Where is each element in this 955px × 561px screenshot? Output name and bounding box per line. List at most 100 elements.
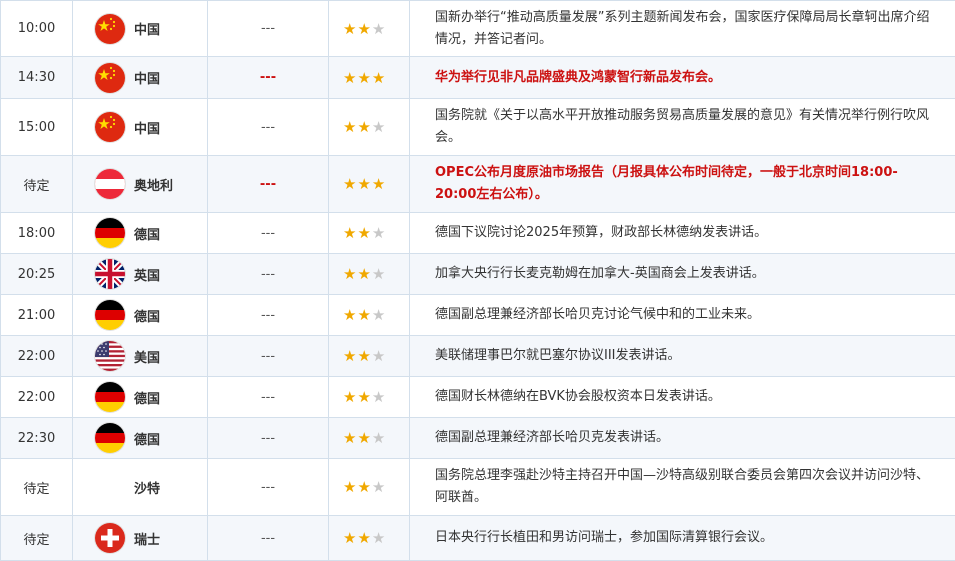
de-flag-icon [95, 382, 125, 412]
country-wrap: 德国 [95, 382, 207, 412]
country-wrap: 瑞士 [95, 523, 207, 553]
star-filled-icon: ★ [357, 429, 371, 447]
country-name: 沙特 [134, 478, 160, 497]
event-time: 14:30 [1, 57, 73, 99]
star-empty-icon: ★ [372, 224, 386, 242]
country-name: 德国 [134, 224, 160, 243]
event-description: 德国下议院讨论2025年预算，财政部长林德纳发表讲话。 [410, 213, 955, 254]
actual-value: --- [208, 336, 329, 377]
event-description: 国务院就《关于以高水平开放推动服务贸易高质量发展的意见》有关情况举行例行吹风会。 [410, 99, 955, 156]
event-description: 国务院总理李强赴沙特主持召开中国—沙特高级别联合委员会第四次会议并访问沙特、阿联… [410, 459, 955, 516]
star-filled-icon: ★ [372, 69, 386, 87]
table-row[interactable]: 待定沙特---★★★国务院总理李强赴沙特主持召开中国—沙特高级别联合委员会第四次… [1, 459, 955, 516]
star-filled-icon: ★ [343, 224, 357, 242]
country-wrap: 沙特 [95, 472, 207, 502]
importance-rating: ★★★ [329, 295, 410, 336]
country-cell: 中国 [73, 99, 208, 156]
event-time: 22:00 [1, 336, 73, 377]
star-filled-icon: ★ [357, 175, 371, 193]
star-filled-icon: ★ [357, 224, 371, 242]
star-filled-icon: ★ [343, 429, 357, 447]
country-wrap: 中国 [95, 112, 207, 142]
importance-rating: ★★★ [329, 99, 410, 156]
table-row[interactable]: 22:00德国---★★★德国财长林德纳在BVK协会股权资本日发表讲话。 [1, 377, 955, 418]
importance-rating: ★★★ [329, 156, 410, 213]
country-wrap: 美国 [95, 341, 207, 371]
star-empty-icon: ★ [372, 306, 386, 324]
table-row[interactable]: 18:00德国---★★★德国下议院讨论2025年预算，财政部长林德纳发表讲话。 [1, 213, 955, 254]
table-row[interactable]: 10:00中国---★★★国新办举行“推动高质量发展”系列主题新闻发布会，国家医… [1, 1, 955, 57]
star-empty-icon: ★ [372, 347, 386, 365]
actual-value: --- [208, 213, 329, 254]
event-time: 待定 [1, 516, 73, 561]
country-name: 德国 [134, 388, 160, 407]
actual-value: --- [208, 377, 329, 418]
event-time: 22:30 [1, 418, 73, 459]
country-cell: 奥地利 [73, 156, 208, 213]
country-cell: 沙特 [73, 459, 208, 516]
actual-value: --- [208, 99, 329, 156]
actual-value: --- [208, 418, 329, 459]
star-filled-icon: ★ [343, 265, 357, 283]
country-name: 中国 [134, 118, 160, 137]
table-row[interactable]: 待定奥地利---★★★OPEC公布月度原油市场报告（月报具体公布时间待定，一般于… [1, 156, 955, 213]
event-description: 日本央行行长植田和男访问瑞士，参加国际清算银行会议。 [410, 516, 955, 561]
star-filled-icon: ★ [343, 20, 357, 38]
country-name: 奥地利 [134, 175, 173, 194]
star-filled-icon: ★ [357, 388, 371, 406]
country-cell: 英国 [73, 254, 208, 295]
at-flag-icon [95, 169, 125, 199]
event-description: 国新办举行“推动高质量发展”系列主题新闻发布会，国家医疗保障局局长章轲出席介绍情… [410, 1, 955, 57]
star-empty-icon: ★ [372, 478, 386, 496]
cn-flag-icon [95, 14, 125, 44]
importance-rating: ★★★ [329, 516, 410, 561]
event-time: 15:00 [1, 99, 73, 156]
star-empty-icon: ★ [372, 388, 386, 406]
actual-value: --- [208, 295, 329, 336]
actual-value: --- [208, 516, 329, 561]
event-description: 美联储理事巴尔就巴塞尔协议III发表讲话。 [410, 336, 955, 377]
star-filled-icon: ★ [357, 265, 371, 283]
table-row[interactable]: 22:30德国---★★★德国副总理兼经济部长哈贝克发表讲话。 [1, 418, 955, 459]
cn-flag-icon [95, 63, 125, 93]
event-time: 10:00 [1, 1, 73, 57]
star-filled-icon: ★ [343, 118, 357, 136]
importance-rating: ★★★ [329, 336, 410, 377]
ch-flag-icon [95, 523, 125, 553]
event-description: 德国副总理兼经济部长哈贝克发表讲话。 [410, 418, 955, 459]
country-cell: 德国 [73, 213, 208, 254]
event-description: 华为举行见非凡品牌盛典及鸿蒙智行新品发布会。 [410, 57, 955, 99]
star-filled-icon: ★ [343, 347, 357, 365]
table-row[interactable]: 20:25英国---★★★加拿大央行行长麦克勒姆在加拿大-英国商会上发表讲话。 [1, 254, 955, 295]
table-row[interactable]: 21:00德国---★★★德国副总理兼经济部长哈贝克讨论气候中和的工业未来。 [1, 295, 955, 336]
star-filled-icon: ★ [343, 69, 357, 87]
country-wrap: 奥地利 [95, 169, 207, 199]
country-wrap: 中国 [95, 14, 207, 44]
country-cell: 瑞士 [73, 516, 208, 561]
event-time: 18:00 [1, 213, 73, 254]
star-empty-icon: ★ [372, 265, 386, 283]
event-description: 加拿大央行行长麦克勒姆在加拿大-英国商会上发表讲话。 [410, 254, 955, 295]
country-cell: 中国 [73, 1, 208, 57]
star-filled-icon: ★ [343, 175, 357, 193]
country-cell: 中国 [73, 57, 208, 99]
star-filled-icon: ★ [343, 478, 357, 496]
importance-rating: ★★★ [329, 418, 410, 459]
star-empty-icon: ★ [372, 20, 386, 38]
star-filled-icon: ★ [357, 306, 371, 324]
country-wrap: 中国 [95, 63, 207, 93]
country-name: 瑞士 [134, 529, 160, 548]
de-flag-icon [95, 300, 125, 330]
de-flag-icon [95, 423, 125, 453]
event-time: 21:00 [1, 295, 73, 336]
star-empty-icon: ★ [372, 529, 386, 547]
calendar-body: 10:00中国---★★★国新办举行“推动高质量发展”系列主题新闻发布会，国家医… [1, 1, 955, 561]
star-filled-icon: ★ [357, 478, 371, 496]
table-row[interactable]: 22:00美国---★★★美联储理事巴尔就巴塞尔协议III发表讲话。 [1, 336, 955, 377]
event-time: 20:25 [1, 254, 73, 295]
table-row[interactable]: 14:30中国---★★★华为举行见非凡品牌盛典及鸿蒙智行新品发布会。 [1, 57, 955, 99]
table-row[interactable]: 15:00 中国 ---★★★国务院就《关于以高水平开放推动服务贸易高质量发展的意见… [1, 99, 955, 156]
importance-rating: ★★★ [329, 459, 410, 516]
actual-value: --- [208, 57, 329, 99]
table-row[interactable]: 待定 瑞士 ---★★★日本央行行长植田和男访问瑞士，参加国际清算银行会议。 [1, 516, 955, 561]
